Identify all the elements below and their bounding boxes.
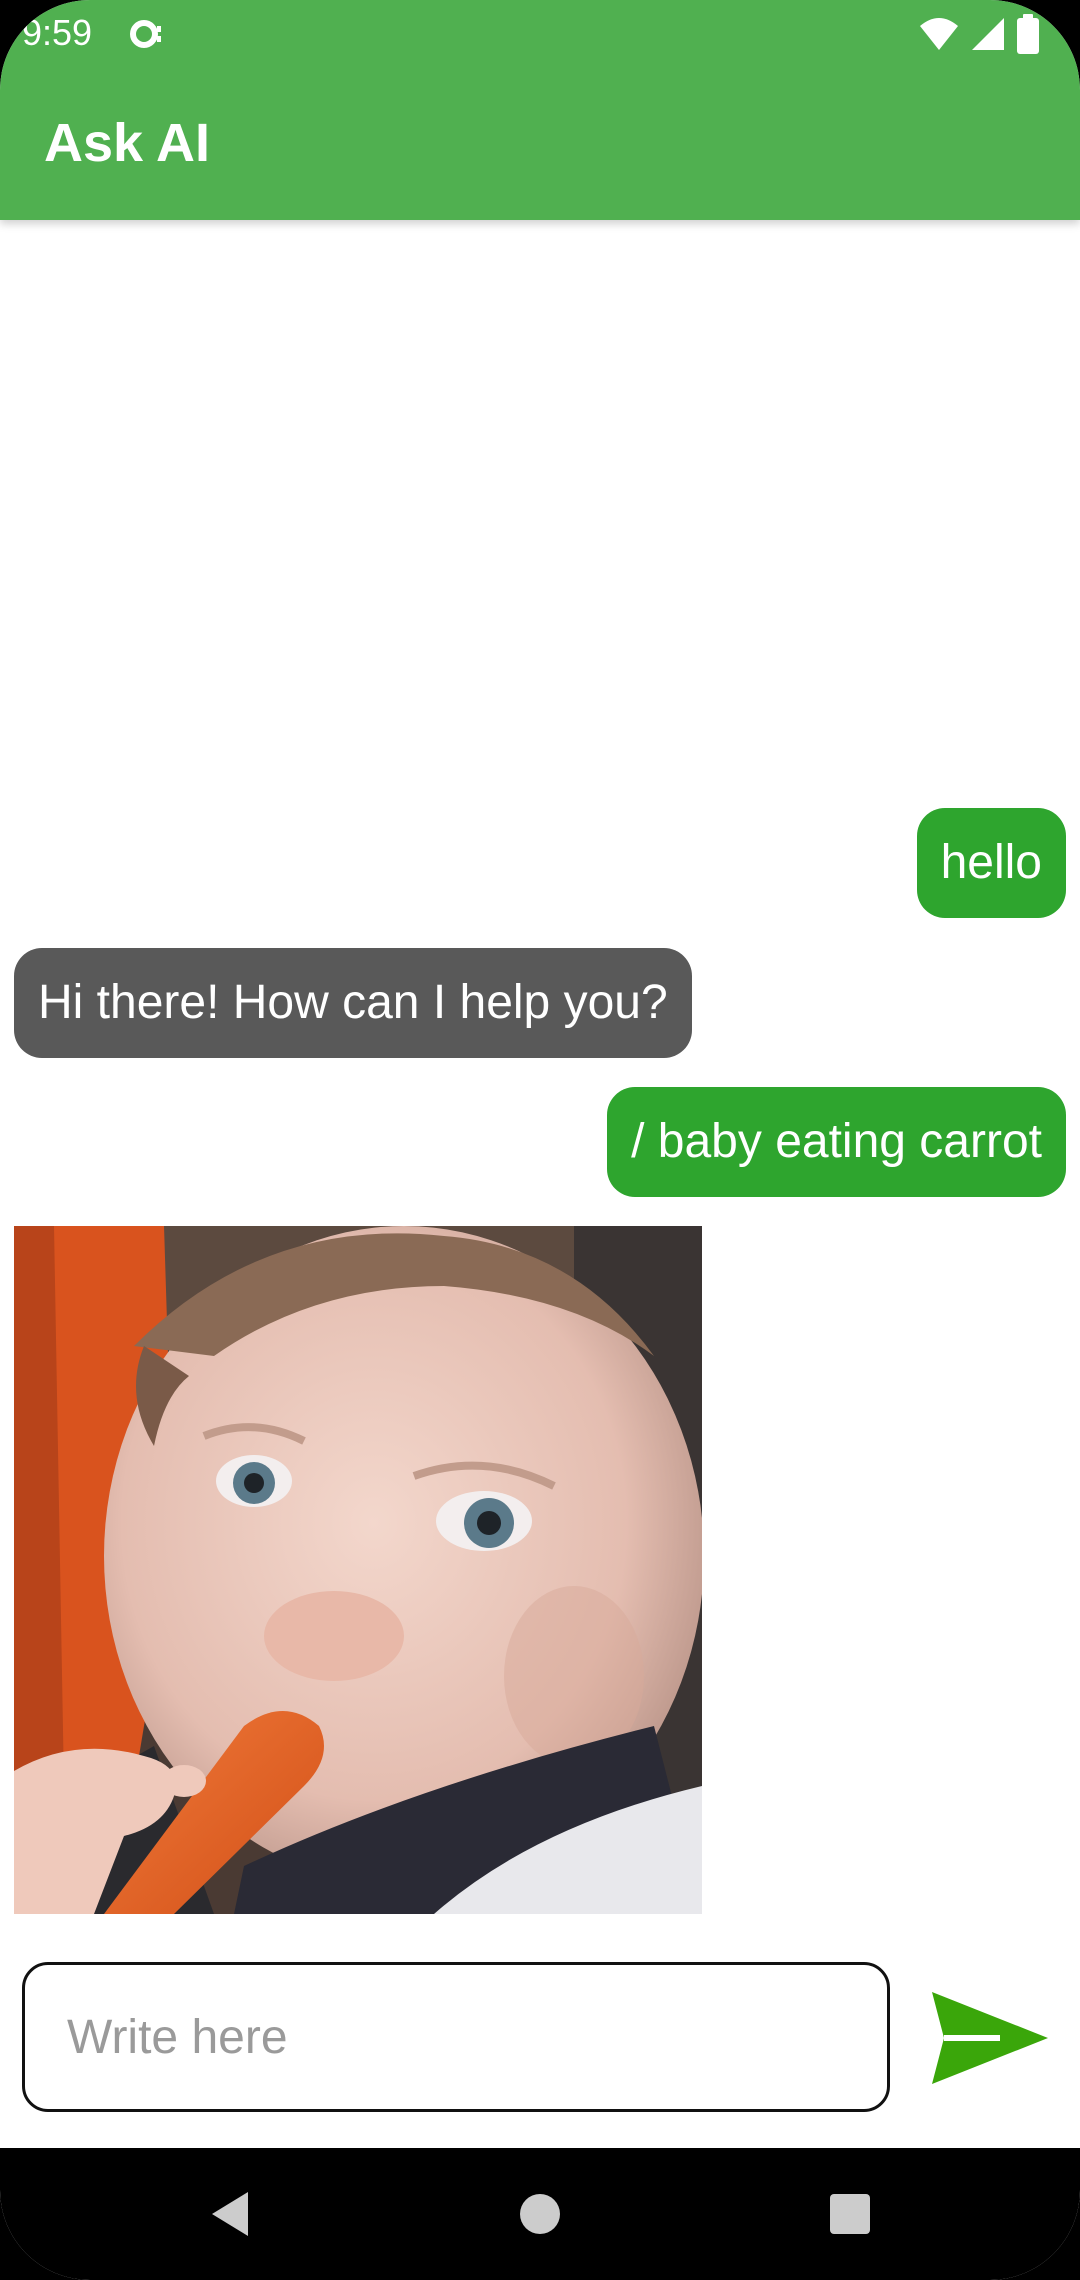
message-input[interactable] <box>22 1962 890 2112</box>
signal-icon <box>972 18 1004 50</box>
navigation-bar <box>0 2148 1080 2280</box>
app-title: Ask AI <box>44 113 211 173</box>
chat-list[interactable]: hello Hi there! How can I help you? / ba… <box>0 220 1080 1920</box>
recents-square-icon[interactable] <box>820 2184 880 2244</box>
app-bar: 9:59 Ask AI <box>0 0 1080 220</box>
notification-icon <box>130 20 161 48</box>
status-icons <box>918 14 1040 54</box>
user-message[interactable]: / baby eating carrot <box>607 1087 1066 1197</box>
user-message[interactable]: hello <box>916 808 1066 918</box>
wifi-icon <box>920 18 958 50</box>
bot-message[interactable]: Hi there! How can I help you? <box>14 948 692 1058</box>
app-screen: 9:59 Ask AI hello Hi there! How can I he… <box>0 0 1080 2280</box>
composer <box>0 1940 1080 2112</box>
status-time: 9:59 <box>22 12 93 53</box>
battery-icon <box>1017 14 1039 54</box>
home-circle-icon[interactable] <box>510 2184 570 2244</box>
send-icon[interactable] <box>930 1988 1050 2088</box>
back-triangle-icon[interactable] <box>200 2184 260 2244</box>
generated-image[interactable] <box>14 1226 702 1914</box>
baby-eating-carrot-image <box>14 1226 702 1914</box>
